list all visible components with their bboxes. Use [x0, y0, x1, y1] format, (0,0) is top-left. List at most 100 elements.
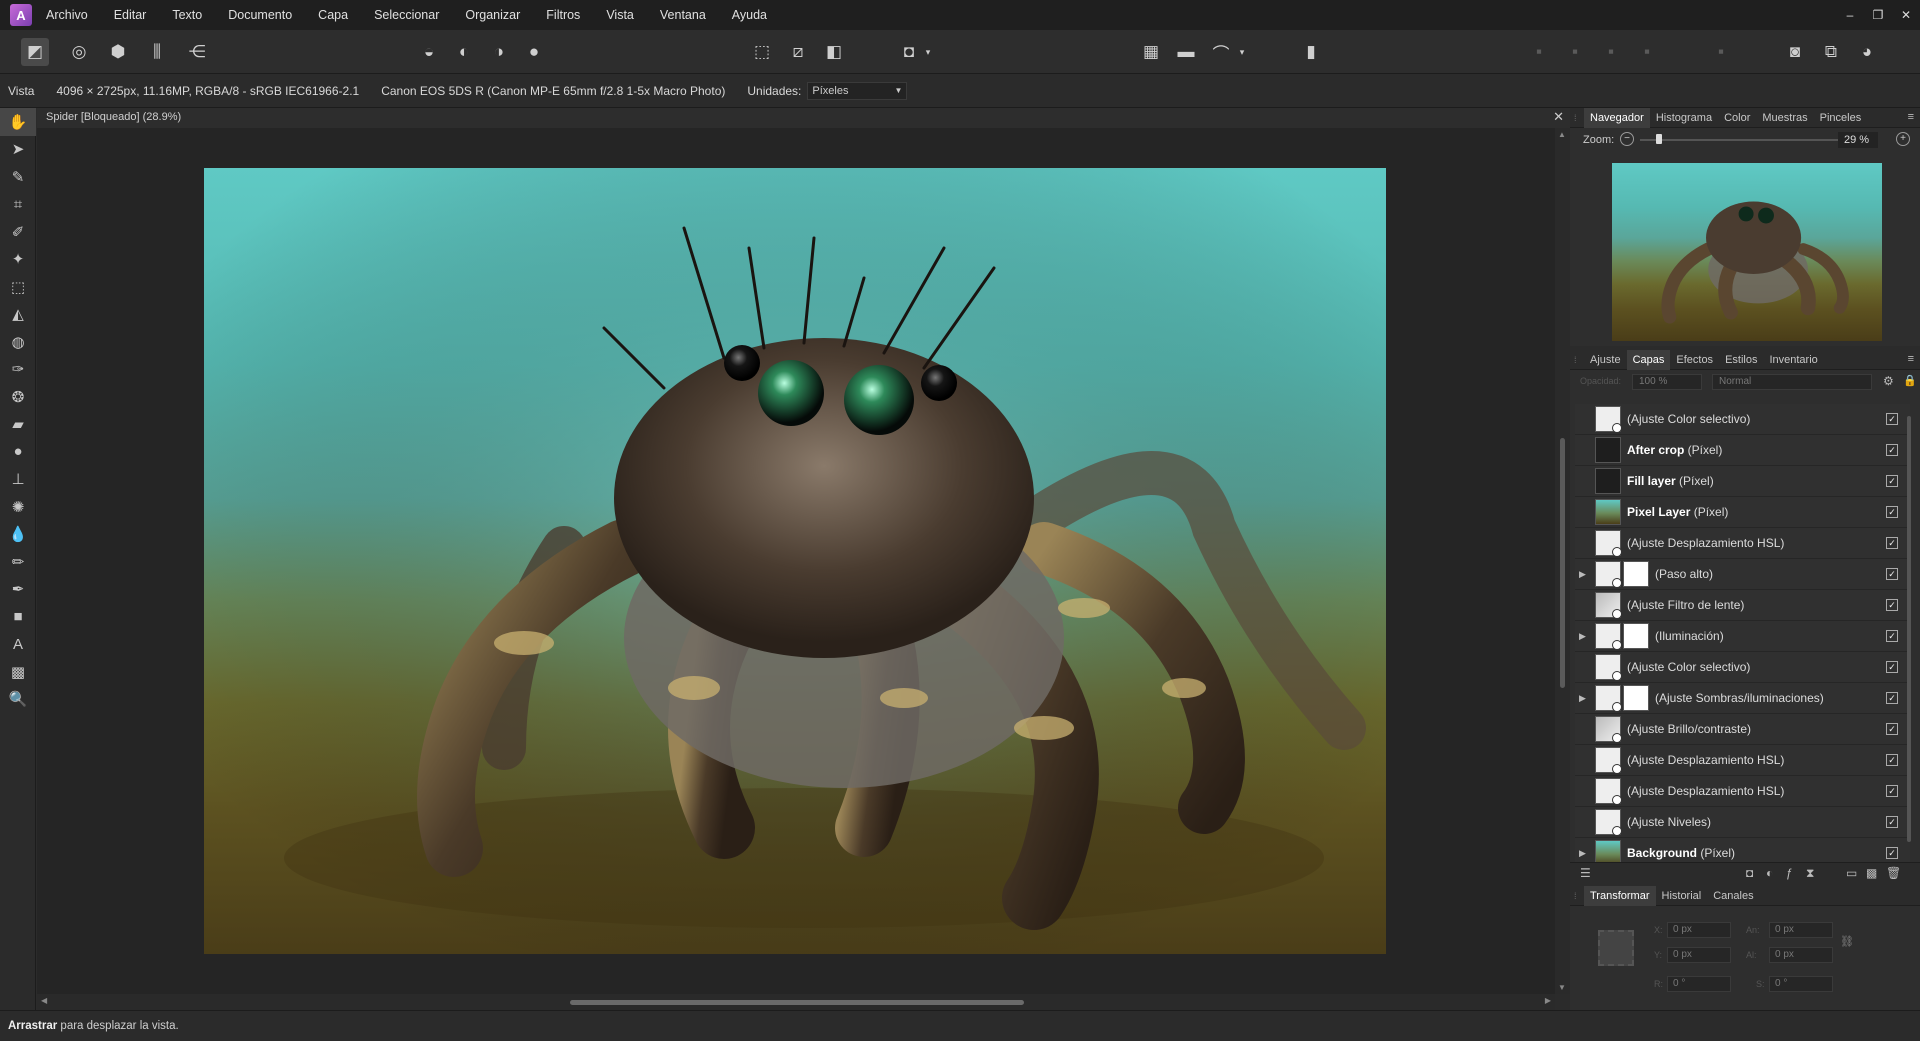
liquify-persona-icon[interactable]: ◎ — [65, 38, 93, 66]
tab-estilos[interactable]: Estilos — [1719, 350, 1763, 370]
tab-color[interactable]: Color — [1718, 108, 1756, 128]
navigator-preview[interactable] — [1612, 163, 1882, 341]
tab-canales[interactable]: Canales — [1707, 886, 1759, 906]
height-field[interactable]: 0 px — [1769, 947, 1833, 963]
auto-contrast-icon[interactable]: ◐ — [450, 38, 478, 66]
minimize-button[interactable]: – — [1836, 8, 1864, 22]
zoom-tool-icon[interactable]: 🔍 — [0, 686, 36, 714]
shear-field[interactable]: 0 ° — [1769, 976, 1833, 992]
layer-visibility-checkbox[interactable]: ✓ — [1886, 413, 1898, 425]
panel-grip-icon[interactable]: ⁞ — [1574, 113, 1584, 123]
layer-settings-gear-icon[interactable]: ⚙ — [1883, 374, 1894, 388]
transform-anchor-selector[interactable] — [1598, 930, 1634, 966]
clone-stamp-icon[interactable]: ⊥ — [0, 466, 36, 494]
develop-persona-icon[interactable]: ⬢ — [104, 38, 132, 66]
horizontal-scroll-thumb[interactable] — [570, 1000, 1024, 1005]
snapping-dropdown-icon[interactable]: ▾ — [1235, 38, 1249, 66]
link-ratio-icon[interactable]: ⛓ — [1840, 935, 1854, 948]
marquee-selection-icon[interactable]: ⬚ — [748, 38, 776, 66]
delete-layer-icon[interactable]: 🗑 — [1886, 866, 1901, 880]
tab-capas[interactable]: Capas — [1626, 349, 1671, 370]
zoom-value[interactable]: 29 % — [1838, 132, 1878, 148]
blur-tool-icon[interactable]: ● — [0, 438, 36, 466]
scroll-down-icon[interactable]: ▼ — [1558, 983, 1566, 992]
tab-inventario[interactable]: Inventario — [1763, 350, 1823, 370]
menu-texto[interactable]: Texto — [172, 8, 202, 22]
layer-row[interactable]: ▶ (Iluminación) ✓ — [1575, 621, 1910, 652]
zoom-slider-knob[interactable] — [1656, 134, 1662, 144]
move-tool-icon[interactable]: ➤ — [0, 136, 36, 164]
panel-menu-icon[interactable]: ≡ — [1908, 353, 1914, 365]
layer-visibility-checkbox[interactable]: ✓ — [1886, 785, 1898, 797]
menu-seleccionar[interactable]: Seleccionar — [374, 8, 439, 22]
text-tool-icon[interactable]: A — [0, 631, 36, 659]
tab-navegador[interactable]: Navegador — [1584, 107, 1650, 128]
tone-mapping-persona-icon[interactable]: ⫼ — [143, 38, 171, 66]
opacity-field[interactable]: 100 % — [1632, 374, 1702, 390]
paint-brush-icon[interactable]: ✑ — [0, 356, 36, 384]
scroll-up-icon[interactable]: ▲ — [1558, 130, 1566, 139]
view-tool-hand-icon[interactable]: ✋ — [0, 108, 36, 136]
layer-visibility-checkbox[interactable]: ✓ — [1886, 847, 1898, 859]
layer-row[interactable]: After crop (Píxel) ✓ — [1575, 435, 1910, 466]
menu-ayuda[interactable]: Ayuda — [732, 8, 767, 22]
layer-visibility-checkbox[interactable]: ✓ — [1886, 537, 1898, 549]
layer-visibility-checkbox[interactable]: ✓ — [1886, 692, 1898, 704]
scroll-left-icon[interactable]: ◀ — [41, 996, 47, 1005]
tab-historial[interactable]: Historial — [1656, 886, 1708, 906]
layer-visibility-checkbox[interactable]: ✓ — [1886, 506, 1898, 518]
gradient-tool-icon[interactable]: ◍ — [0, 328, 36, 356]
units-select[interactable]: Píxeles ▼ — [807, 81, 908, 100]
tab-muestras[interactable]: Muestras — [1756, 108, 1813, 128]
crop-tool-icon[interactable]: ⌗ — [0, 191, 36, 219]
blemish-tool-icon[interactable]: 💧 — [0, 521, 36, 549]
auto-white-balance-icon[interactable]: ● — [520, 38, 548, 66]
expand-arrow-icon[interactable]: ▶ — [1579, 848, 1591, 859]
menu-editar[interactable]: Editar — [114, 8, 147, 22]
blend-mode-select[interactable]: Normal — [1712, 374, 1872, 390]
color-picker-icon[interactable]: ✎ — [0, 163, 36, 191]
snapping-icon[interactable]: ⌒ — [1207, 38, 1235, 66]
x-field[interactable]: 0 px — [1667, 922, 1731, 938]
panel-menu-icon[interactable]: ≡ — [1908, 111, 1914, 123]
add-mask-icon[interactable]: ◘ — [1746, 866, 1753, 880]
mesh-warp-icon[interactable]: ▩ — [0, 658, 36, 686]
spider-photo[interactable] — [204, 168, 1386, 954]
layer-visibility-checkbox[interactable]: ✓ — [1886, 599, 1898, 611]
layer-visibility-checkbox[interactable]: ✓ — [1886, 444, 1898, 456]
layer-visibility-checkbox[interactable]: ✓ — [1886, 568, 1898, 580]
rotation-field[interactable]: 0 ° — [1667, 976, 1731, 992]
lock-icon[interactable]: 🔒 — [1903, 374, 1917, 387]
layer-row[interactable]: Pixel Layer (Píxel) ✓ — [1575, 497, 1910, 528]
panel-grip-icon[interactable]: ⁞ — [1574, 891, 1584, 901]
live-filter-icon[interactable]: ⧗ — [1806, 866, 1814, 881]
layer-visibility-checkbox[interactable]: ✓ — [1886, 661, 1898, 673]
close-document-icon[interactable]: ✕ — [1553, 109, 1564, 125]
layers-stack-icon[interactable]: ☰ — [1580, 866, 1591, 880]
zoom-slider[interactable] — [1640, 139, 1840, 141]
close-window-button[interactable]: ✕ — [1892, 8, 1920, 22]
selection-brush-icon[interactable]: ✐ — [0, 218, 36, 246]
personas-panel-icon[interactable]: ◙ — [1781, 38, 1809, 66]
vertical-scrollbar[interactable]: ▲ ▼ — [1555, 128, 1570, 994]
document-tab[interactable]: Spider [Bloqueado] (28.9%) ✕ — [37, 108, 1570, 128]
flood-select-icon[interactable]: ✦ — [0, 246, 36, 274]
invert-selection-icon[interactable]: ◧ — [820, 38, 848, 66]
add-group-icon[interactable]: ▭ — [1846, 866, 1857, 880]
healing-brush-icon[interactable]: ✺ — [0, 493, 36, 521]
layer-row[interactable]: (Ajuste Desplazamiento HSL) ✓ — [1575, 528, 1910, 559]
pen-tool-icon[interactable]: ✒ — [0, 576, 36, 604]
layer-visibility-checkbox[interactable]: ✓ — [1886, 475, 1898, 487]
zoom-out-icon[interactable]: − — [1620, 132, 1634, 146]
auto-levels-icon[interactable]: ◒ — [415, 38, 443, 66]
tab-pinceles[interactable]: Pinceles — [1814, 108, 1868, 128]
expand-arrow-icon[interactable]: ▶ — [1579, 569, 1591, 580]
quick-mask-icon[interactable]: ◘ — [895, 38, 923, 66]
assistant-icon[interactable]: ▮ — [1297, 38, 1325, 66]
layer-row[interactable]: (Ajuste Filtro de lente) ✓ — [1575, 590, 1910, 621]
maximize-button[interactable]: ❐ — [1864, 8, 1892, 22]
dodge-tool-icon[interactable]: ❂ — [0, 383, 36, 411]
grid-icon[interactable]: ▦ — [1137, 38, 1165, 66]
tab-histograma[interactable]: Histograma — [1650, 108, 1718, 128]
quick-mask-dropdown-icon[interactable]: ▾ — [921, 38, 935, 66]
